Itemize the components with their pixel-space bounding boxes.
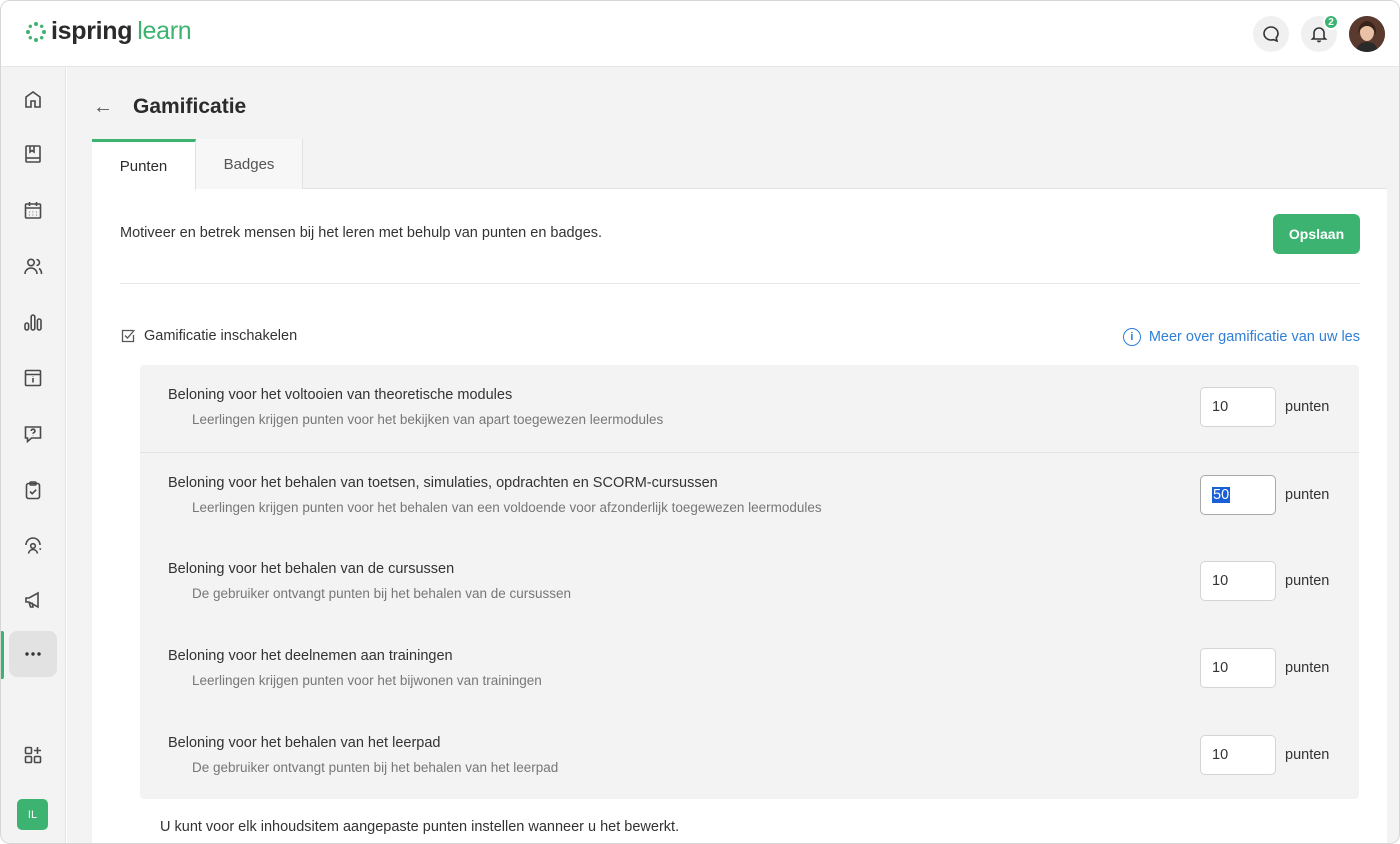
reward-title: Beloning voor het behalen van toetsen, s… bbox=[168, 475, 718, 491]
reward-points-input[interactable]: 10 bbox=[1200, 648, 1276, 688]
reward-points-input[interactable]: 50 bbox=[1200, 475, 1276, 515]
reward-title: Beloning voor het behalen van het leerpa… bbox=[168, 735, 441, 751]
app-window: ispring learn 2 IL ← Gamificatie Punten … bbox=[0, 0, 1400, 844]
reward-unit: punten bbox=[1285, 487, 1330, 503]
tab-bar: Punten Badges bbox=[92, 139, 1387, 190]
more-icon bbox=[25, 652, 41, 656]
ispring-logo-icon bbox=[26, 21, 46, 42]
reward-description: Leerlingen krijgen punten voor het bijwo… bbox=[192, 673, 542, 688]
info-box-icon bbox=[24, 369, 42, 387]
reward-title: Beloning voor het behalen van de cursuss… bbox=[168, 561, 455, 577]
reward-points-value: 10 bbox=[1212, 573, 1229, 589]
divider bbox=[120, 283, 1360, 284]
notification-count-badge: 2 bbox=[1323, 14, 1339, 30]
sidebar-item-info[interactable] bbox=[9, 355, 57, 401]
learn-more-text: Meer over gamificatie van uw les bbox=[1148, 329, 1360, 345]
enable-gamification-checkbox[interactable]: Gamificatie inschakelen bbox=[120, 328, 297, 344]
users-icon bbox=[24, 258, 43, 275]
checkmark-icon bbox=[121, 329, 135, 343]
reports-icon bbox=[24, 314, 42, 331]
sidebar-item-home[interactable] bbox=[9, 76, 57, 122]
footer-note: U kunt voor elk inhoudsitem aangepaste p… bbox=[160, 819, 680, 835]
coach-icon bbox=[25, 537, 42, 554]
page-title: Gamificatie bbox=[133, 95, 247, 118]
sidebar-item-questions[interactable] bbox=[9, 411, 57, 457]
intro-text: Motiveer en betrek mensen bij het leren … bbox=[120, 225, 603, 241]
sidebar-item-apps[interactable] bbox=[9, 732, 57, 778]
reward-description: Leerlingen krijgen punten voor het behal… bbox=[192, 500, 822, 515]
info-icon: i bbox=[1122, 328, 1141, 346]
sidebar-item-users[interactable] bbox=[9, 243, 57, 289]
reward-unit: punten bbox=[1285, 747, 1330, 763]
top-actions: 2 bbox=[1253, 14, 1385, 52]
add-apps-icon bbox=[24, 746, 42, 764]
enable-gamification-label: Gamificatie inschakelen bbox=[144, 328, 298, 344]
settings-card: Punten Badges Motiveer en betrek mensen … bbox=[92, 139, 1387, 843]
logo[interactable]: ispring learn bbox=[25, 17, 192, 46]
book-icon bbox=[25, 145, 41, 163]
tab-badges[interactable]: Badges bbox=[196, 139, 303, 189]
sidebar-item-calendar[interactable] bbox=[9, 187, 57, 233]
avatar[interactable] bbox=[1349, 16, 1385, 52]
reward-description: Leerlingen krijgen punten voor het bekij… bbox=[192, 412, 664, 427]
sidebar-item-coaching[interactable] bbox=[9, 523, 57, 569]
sidebar-item-courses[interactable] bbox=[9, 131, 57, 177]
save-button[interactable]: Opslaan bbox=[1273, 214, 1360, 254]
reward-title: Beloning voor het deelnemen aan training… bbox=[168, 648, 453, 664]
reward-unit: punten bbox=[1285, 399, 1330, 415]
reward-points-value-selected: 50 bbox=[1212, 487, 1231, 503]
reward-points-input[interactable]: 10 bbox=[1200, 561, 1276, 601]
reward-row: Beloning voor het behalen van de cursuss… bbox=[140, 539, 1359, 626]
reward-points-input[interactable]: 10 bbox=[1200, 735, 1276, 775]
reward-unit: punten bbox=[1285, 660, 1330, 676]
back-arrow-icon[interactable]: ← bbox=[93, 96, 117, 119]
reward-row: Beloning voor het voltooien van theoreti… bbox=[140, 365, 1359, 452]
logo-text-secondary: learn bbox=[137, 17, 192, 45]
reward-points-value: 10 bbox=[1212, 660, 1229, 676]
clipboard-icon bbox=[25, 481, 41, 500]
reward-unit: punten bbox=[1285, 573, 1330, 589]
logo-text-primary: ispring bbox=[51, 17, 133, 45]
learn-more-link[interactable]: i Meer over gamificatie van uw les bbox=[1122, 328, 1360, 346]
reward-description: De gebruiker ontvangt punten bij het beh… bbox=[192, 586, 572, 601]
chat-button[interactable] bbox=[1253, 16, 1289, 52]
reward-points-value: 10 bbox=[1212, 399, 1229, 415]
chat-bubble-icon bbox=[1263, 26, 1279, 43]
top-bar: ispring learn 2 bbox=[1, 1, 1399, 67]
reward-row: Beloning voor het deelnemen aan training… bbox=[140, 626, 1359, 713]
rewards-panel: Beloning voor het voltooien van theoreti… bbox=[140, 365, 1359, 799]
home-icon bbox=[25, 91, 41, 108]
reward-points-value: 10 bbox=[1212, 747, 1229, 763]
reward-title: Beloning voor het voltooien van theoreti… bbox=[168, 387, 513, 403]
reward-row: Beloning voor het behalen van toetsen, s… bbox=[140, 452, 1359, 539]
calendar-icon bbox=[24, 202, 42, 219]
sidebar-item-more[interactable] bbox=[9, 631, 57, 677]
question-chat-icon bbox=[24, 426, 42, 444]
reward-points-input[interactable]: 10 bbox=[1200, 387, 1276, 427]
active-indicator bbox=[1, 631, 4, 679]
main-content: ← Gamificatie Punten Badges Motiveer en … bbox=[67, 67, 1399, 843]
sidebar-item-announcements[interactable] bbox=[9, 577, 57, 623]
sidebar-item-reports[interactable] bbox=[9, 299, 57, 345]
notifications-button[interactable]: 2 bbox=[1301, 14, 1339, 52]
sidebar: IL bbox=[1, 67, 66, 843]
reward-description: De gebruiker ontvangt punten bij het beh… bbox=[192, 760, 559, 775]
user-photo bbox=[1349, 16, 1385, 52]
page-header: ← Gamificatie bbox=[93, 95, 246, 119]
tab-points[interactable]: Punten bbox=[92, 139, 196, 190]
user-initials-chip[interactable]: IL bbox=[17, 799, 48, 830]
megaphone-icon bbox=[25, 591, 39, 609]
sidebar-item-tasks[interactable] bbox=[9, 467, 57, 513]
reward-row: Beloning voor het behalen van het leerpa… bbox=[140, 713, 1359, 800]
